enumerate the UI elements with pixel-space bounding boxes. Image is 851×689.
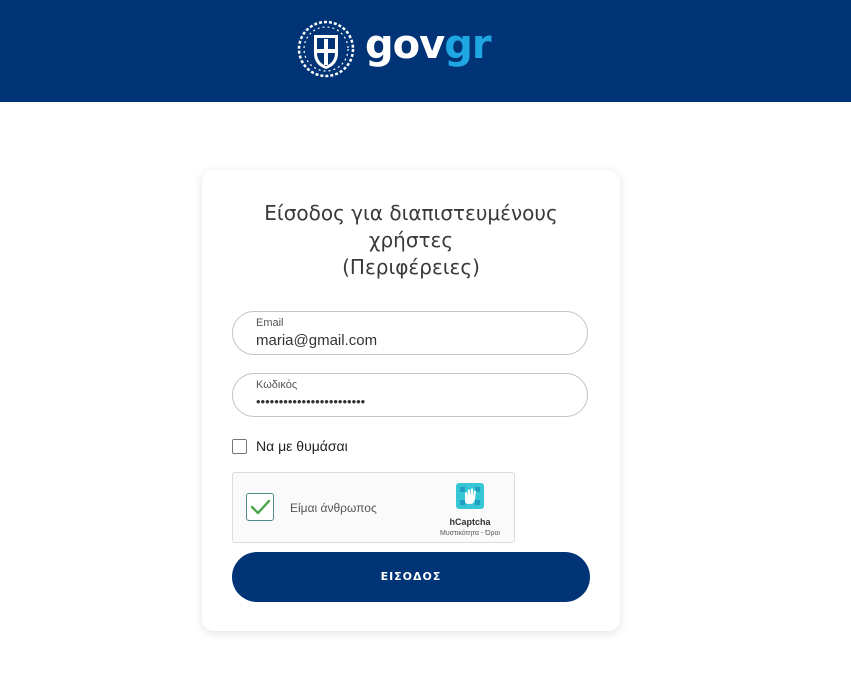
hcaptcha-links[interactable]: Μυστικότητα - Όροι xyxy=(431,530,509,537)
email-field[interactable]: Email maria@gmail.com xyxy=(232,311,588,355)
email-field-label: Email xyxy=(256,317,284,329)
hcaptcha-brand-name: hCaptcha xyxy=(449,517,491,527)
top-header: govgr xyxy=(0,0,851,102)
hcaptcha-logo-icon xyxy=(456,483,484,509)
password-input[interactable]: •••••••••••••••••••••••• xyxy=(256,394,566,409)
password-field[interactable]: Κωδικός •••••••••••••••••••••••• xyxy=(232,373,588,417)
wordmark-gov: gov xyxy=(365,22,445,68)
email-input[interactable]: maria@gmail.com xyxy=(256,332,566,349)
hcaptcha-widget: Είμαι άνθρωπος hCaptcha Μυστικότητα - Όρ… xyxy=(232,472,515,543)
password-field-label: Κωδικός xyxy=(256,379,298,391)
login-card: Είσοδος για διαπιστευμένους χρήστες (Περ… xyxy=(202,170,620,631)
login-title-line3: (Περιφέρειες) xyxy=(342,255,480,279)
govgr-logo[interactable]: govgr xyxy=(297,18,492,80)
greek-coat-of-arms-icon xyxy=(297,20,355,78)
remember-me-label[interactable]: Να με θυμάσαι xyxy=(256,438,348,454)
captcha-checkbox[interactable] xyxy=(246,493,274,521)
wordmark-gr: gr xyxy=(444,22,491,68)
login-title: Είσοδος για διαπιστευμένους χρήστες (Περ… xyxy=(202,200,620,281)
login-title-line1: Είσοδος για διαπιστευμένους xyxy=(264,201,558,225)
login-submit-button[interactable]: ΕΙΣΟΔΟΣ xyxy=(232,552,590,602)
checkmark-icon xyxy=(250,499,271,515)
login-title-line2: χρήστες xyxy=(368,228,454,252)
remember-me[interactable]: Να με θυμάσαι xyxy=(232,438,348,454)
remember-me-checkbox[interactable] xyxy=(232,438,247,454)
govgr-wordmark: govgr xyxy=(365,22,492,68)
hcaptcha-brand: hCaptcha Μυστικότητα - Όροι xyxy=(431,481,509,537)
captcha-label: Είμαι άνθρωπος xyxy=(290,501,377,515)
